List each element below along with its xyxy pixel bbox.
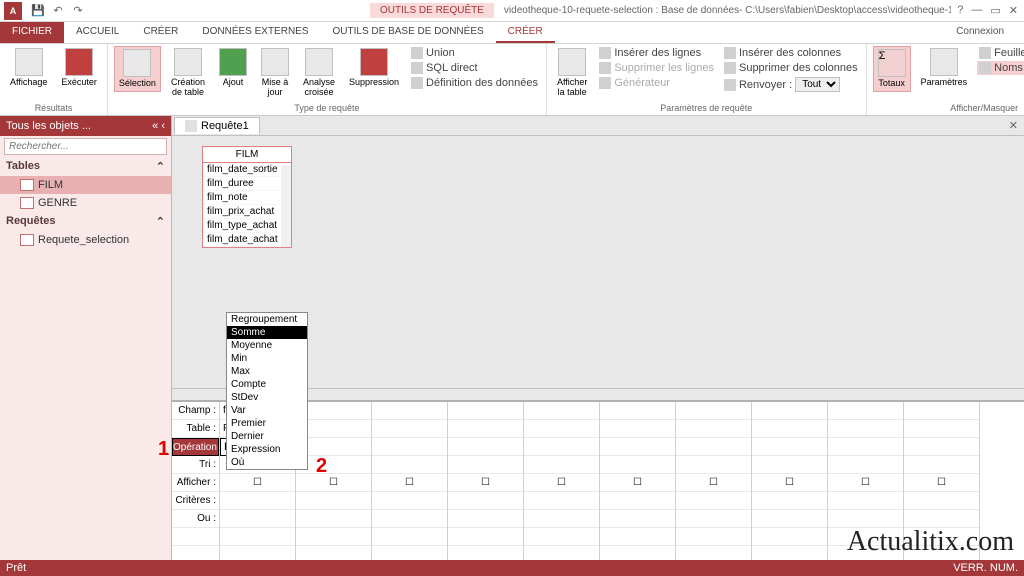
tab-donnees-externes[interactable]: DONNÉES EXTERNES <box>190 22 320 43</box>
dropdown-item[interactable]: Max <box>227 365 307 378</box>
group-parametres: Paramètres de requête <box>553 101 860 113</box>
qat-save-icon[interactable]: 💾 <box>30 3 46 19</box>
scrollbar[interactable] <box>281 165 291 247</box>
label-afficher: Afficher : <box>172 474 219 492</box>
context-tab: OUTILS DE REQUÊTE <box>370 3 494 18</box>
nav-section-tables[interactable]: Tables⌃ <box>0 157 171 176</box>
watermark: Actualitix.com <box>847 526 1014 558</box>
group-resultats: Résultats <box>6 101 101 113</box>
grid-column[interactable] <box>448 402 524 560</box>
sql-direct-link[interactable]: SQL direct <box>409 61 540 75</box>
grid-column[interactable] <box>524 402 600 560</box>
feuille-proprietes-link[interactable]: Feuille de propriétés <box>977 46 1024 60</box>
afficher-table-button[interactable]: Afficher la table <box>553 46 591 100</box>
tab-close-icon[interactable]: ✕ <box>1003 119 1024 132</box>
tab-file[interactable]: FICHIER <box>0 22 64 43</box>
app-icon: A <box>4 2 22 20</box>
label-criteres: Critères : <box>172 492 219 510</box>
nav-search-input[interactable] <box>4 138 167 155</box>
query-icon <box>185 120 197 132</box>
restore-icon[interactable]: ▭ <box>990 4 1000 17</box>
selection-button[interactable]: Sélection <box>114 46 161 92</box>
qat-redo-icon[interactable]: ↷ <box>70 3 86 19</box>
connexion-link[interactable]: Connexion <box>936 22 1024 43</box>
qat-undo-icon[interactable]: ↶ <box>50 3 66 19</box>
chevron-down-icon[interactable]: « ‹ <box>152 120 165 132</box>
dropdown-item[interactable]: Min <box>227 352 307 365</box>
label-champ: Champ : <box>172 402 219 420</box>
group-type-requete: Type de requête <box>114 101 540 113</box>
table-box-film[interactable]: FILM film_date_sortie film_duree film_no… <box>202 146 292 248</box>
parametres-button[interactable]: Paramètres <box>917 46 972 90</box>
executer-button[interactable]: Exécuter <box>57 46 101 90</box>
window-title: videotheque-10-requete-selection : Base … <box>504 5 951 16</box>
dropdown-item[interactable]: Compte <box>227 378 307 391</box>
inserer-lignes-link[interactable]: Insérer des lignes <box>597 46 716 60</box>
dropdown-item[interactable]: Dernier <box>227 430 307 443</box>
ajout-button[interactable]: Ajout <box>215 46 251 90</box>
label-operation: Opération : <box>172 438 219 456</box>
cell-ou[interactable] <box>220 510 295 528</box>
document-tab[interactable]: Requête1 <box>174 117 260 134</box>
nav-section-requetes[interactable]: Requêtes⌃ <box>0 212 171 231</box>
grid-column[interactable] <box>600 402 676 560</box>
callout-2: 2 <box>316 455 327 478</box>
label-ou: Ou : <box>172 510 219 528</box>
table-field[interactable]: film_note <box>203 191 291 205</box>
affichage-button[interactable]: Affichage <box>6 46 51 90</box>
close-icon[interactable]: ✕ <box>1009 4 1018 17</box>
inserer-colonnes-link[interactable]: Insérer des colonnes <box>722 46 860 60</box>
mise-a-jour-button[interactable]: Mise à jour <box>257 46 293 100</box>
tab-creer-context[interactable]: CRÉER <box>496 22 555 43</box>
nav-item-requete-selection[interactable]: Requete_selection <box>0 231 171 249</box>
generateur-link[interactable]: Générateur <box>597 76 716 90</box>
noms-tables-link[interactable]: Noms des tables <box>977 61 1024 75</box>
status-right: VERR. NUM. <box>953 562 1018 574</box>
tab-outils-db[interactable]: OUTILS DE BASE DE DONNÉES <box>321 22 496 43</box>
dropdown-item[interactable]: Moyenne <box>227 339 307 352</box>
dropdown-item[interactable]: StDev <box>227 391 307 404</box>
grid-column[interactable] <box>752 402 828 560</box>
callout-1: 1 <box>158 438 169 461</box>
dropdown-item[interactable]: Somme <box>227 326 307 339</box>
totaux-button[interactable]: ΣTotaux <box>873 46 911 92</box>
nav-item-genre[interactable]: GENRE <box>0 194 171 212</box>
label-tri: Tri : <box>172 456 219 474</box>
tab-creer[interactable]: CRÉER <box>131 22 190 43</box>
grid-column[interactable] <box>372 402 448 560</box>
table-field[interactable]: film_duree <box>203 177 291 191</box>
renvoyer-select[interactable]: Tout <box>795 77 840 92</box>
analyse-croisee-button[interactable]: Analyse croisée <box>299 46 339 100</box>
group-afficher-masquer: Afficher/Masquer <box>873 101 1024 113</box>
creation-table-button[interactable]: Création de table <box>167 46 209 100</box>
renvoyer-link[interactable]: Renvoyer : Tout <box>722 76 860 93</box>
dropdown-item[interactable]: Var <box>227 404 307 417</box>
table-field[interactable]: film_date_achat <box>203 233 291 247</box>
dropdown-item[interactable]: Regroupement <box>227 313 307 326</box>
union-link[interactable]: Union <box>409 46 540 60</box>
table-box-title: FILM <box>203 147 291 163</box>
definition-donnees-link[interactable]: Définition des données <box>409 76 540 90</box>
cell-afficher[interactable] <box>220 474 295 492</box>
dropdown-item[interactable]: Où <box>227 456 307 469</box>
status-left: Prêt <box>6 562 26 574</box>
table-field[interactable]: film_prix_achat <box>203 205 291 219</box>
grid-column[interactable] <box>676 402 752 560</box>
supprimer-colonnes-link[interactable]: Supprimer des colonnes <box>722 61 860 75</box>
help-icon[interactable]: ? <box>957 4 963 17</box>
table-field[interactable]: film_date_sortie <box>203 163 291 177</box>
supprimer-lignes-link[interactable]: Supprimer les lignes <box>597 61 716 75</box>
label-table: Table : <box>172 420 219 438</box>
dropdown-item[interactable]: Expression <box>227 443 307 456</box>
operation-dropdown[interactable]: Regroupement Somme Moyenne Min Max Compt… <box>226 312 308 470</box>
tab-accueil[interactable]: ACCUEIL <box>64 22 131 43</box>
nav-header[interactable]: Tous les objets ...« ‹ <box>0 116 171 136</box>
cell-criteres[interactable] <box>220 492 295 510</box>
table-field[interactable]: film_type_achat <box>203 219 291 233</box>
dropdown-item[interactable]: Premier <box>227 417 307 430</box>
suppression-button[interactable]: Suppression <box>345 46 403 90</box>
nav-item-film[interactable]: FILM <box>0 176 171 194</box>
minimize-icon[interactable]: — <box>971 4 982 17</box>
